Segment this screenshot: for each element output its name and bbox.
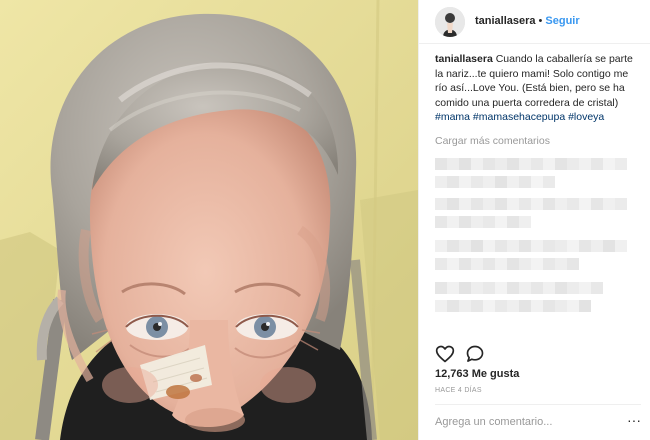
post-caption: taniallasera Cuando la caballería se par… (435, 52, 641, 125)
comment-input[interactable] (435, 413, 615, 431)
pixelated-comments (435, 152, 641, 338)
likes-count[interactable]: 12,763 Me gusta (435, 368, 519, 380)
username-link[interactable]: taniallasera (475, 15, 536, 27)
more-options-icon[interactable]: ··· (627, 413, 641, 427)
heart-icon[interactable] (435, 344, 455, 364)
follow-button[interactable]: Seguir (545, 15, 579, 27)
caption-hashtags[interactable]: #mama #mamasehacepupa #loveya (435, 111, 604, 123)
comment-icon[interactable] (465, 344, 485, 364)
header-text: taniallasera • Seguir (475, 15, 580, 27)
post-photo[interactable] (0, 0, 418, 440)
post-actions (435, 344, 641, 364)
post-sidebar: taniallasera • Seguir taniallasera Cuando … (418, 0, 650, 440)
caption-username[interactable]: taniallasera (435, 53, 493, 65)
post-timestamp: HACE 4 DÍAS (435, 387, 482, 394)
comment-bar: ··· (435, 404, 641, 438)
post-header: taniallasera • Seguir (419, 0, 650, 44)
separator-dot: • (538, 15, 543, 27)
avatar[interactable] (435, 7, 465, 37)
load-more-comments-link[interactable]: Cargar más comentarios (435, 135, 550, 147)
